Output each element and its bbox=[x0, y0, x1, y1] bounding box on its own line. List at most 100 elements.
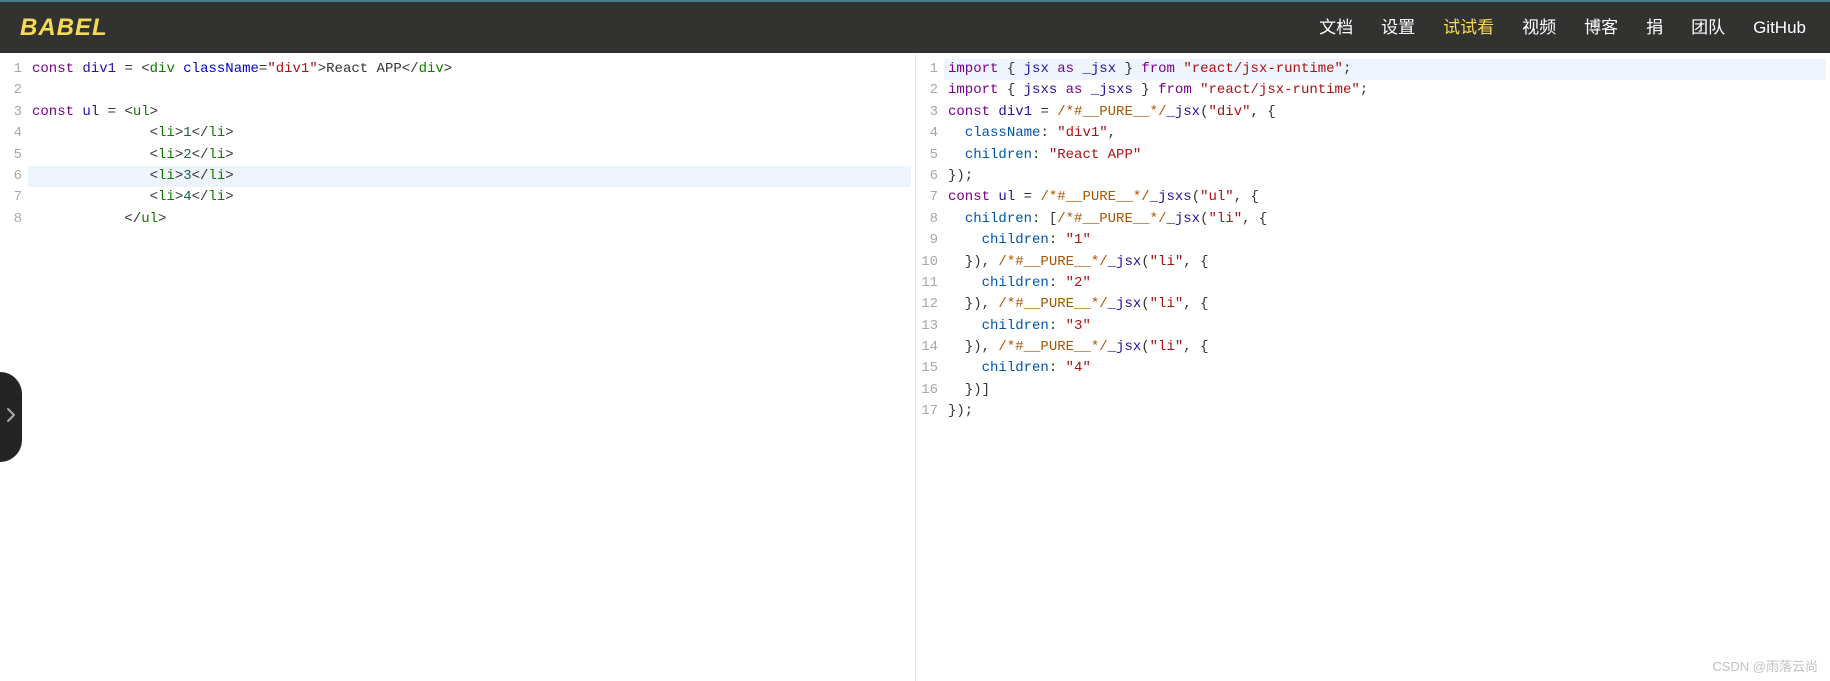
nav-link-7[interactable]: GitHub bbox=[1753, 19, 1806, 36]
code-token: ( bbox=[1141, 296, 1149, 312]
output-lineno: 1 bbox=[916, 59, 944, 80]
input-lineno: 5 bbox=[0, 145, 28, 166]
output-line[interactable]: className: "div1", bbox=[948, 123, 1826, 144]
output-line[interactable]: }); bbox=[948, 166, 1826, 187]
code-token: ul bbox=[141, 211, 158, 227]
code-token: < bbox=[150, 125, 158, 141]
code-token: React APP bbox=[326, 61, 402, 77]
input-line[interactable]: <li>2</li> bbox=[32, 145, 911, 166]
code-token: ul bbox=[133, 104, 150, 120]
code-token: = bbox=[108, 104, 116, 120]
output-line[interactable]: children: "React APP" bbox=[948, 145, 1826, 166]
code-token: , bbox=[1108, 125, 1116, 141]
output-line[interactable]: children: "1" bbox=[948, 230, 1826, 251]
input-lineno: 6 bbox=[0, 166, 28, 187]
code-token: li bbox=[158, 168, 175, 184]
output-line[interactable]: import { jsxs as _jsxs } from "react/jsx… bbox=[948, 80, 1826, 101]
output-editor[interactable]: 1234567891011121314151617 import { jsx a… bbox=[915, 53, 1830, 681]
output-line[interactable]: const ul = /*#__PURE__*/_jsxs("ul", { bbox=[948, 187, 1826, 208]
code-token: < bbox=[141, 61, 149, 77]
output-line[interactable]: }), /*#__PURE__*/_jsx("li", { bbox=[948, 294, 1826, 315]
code-token: ul bbox=[82, 104, 99, 120]
code-token: as bbox=[1066, 82, 1083, 98]
sidebar-toggle-handle[interactable] bbox=[0, 372, 22, 462]
output-lineno: 2 bbox=[916, 80, 944, 101]
code-token: as bbox=[1057, 61, 1074, 77]
output-line[interactable]: children: "2" bbox=[948, 273, 1826, 294]
code-token: > bbox=[175, 147, 183, 163]
code-token: "div1" bbox=[1057, 125, 1107, 141]
input-line[interactable]: const ul = <ul> bbox=[32, 102, 911, 123]
code-token: { bbox=[998, 61, 1023, 77]
nav-link-3[interactable]: 视频 bbox=[1522, 19, 1556, 36]
input-line[interactable]: <li>4</li> bbox=[32, 187, 911, 208]
code-token: _jsxs bbox=[1091, 82, 1133, 98]
nav-link-5[interactable]: 捐 bbox=[1646, 19, 1663, 36]
output-lineno: 12 bbox=[916, 294, 944, 315]
code-token: /*#__PURE__*/ bbox=[1057, 104, 1166, 120]
nav-link-0[interactable]: 文档 bbox=[1319, 19, 1353, 36]
code-token: li bbox=[158, 189, 175, 205]
input-lineno: 3 bbox=[0, 102, 28, 123]
nav-link-1[interactable]: 设置 bbox=[1381, 19, 1415, 36]
output-line[interactable]: }); bbox=[948, 401, 1826, 422]
code-token: _jsx bbox=[1082, 61, 1116, 77]
code-token: { bbox=[1192, 296, 1209, 312]
input-line[interactable]: <li>1</li> bbox=[32, 123, 911, 144]
code-token bbox=[32, 125, 150, 141]
input-lineno: 1 bbox=[0, 59, 28, 80]
code-token: </ bbox=[192, 168, 209, 184]
code-token bbox=[1082, 82, 1090, 98]
output-line[interactable]: children: [/*#__PURE__*/_jsx("li", { bbox=[948, 209, 1826, 230]
code-token bbox=[1057, 360, 1065, 376]
input-line[interactable]: const div1 = <div className="div1">React… bbox=[32, 59, 911, 80]
code-token: }); bbox=[948, 168, 973, 184]
input-code[interactable]: const div1 = <div className="div1">React… bbox=[28, 53, 915, 236]
input-line[interactable]: <li>3</li> bbox=[28, 166, 911, 187]
code-token bbox=[1040, 147, 1048, 163]
output-line[interactable]: children: "4" bbox=[948, 358, 1826, 379]
input-line[interactable]: </ul> bbox=[32, 209, 911, 230]
output-line[interactable]: children: "3" bbox=[948, 316, 1826, 337]
code-token: </ bbox=[192, 147, 209, 163]
code-token: import bbox=[948, 61, 998, 77]
code-token bbox=[32, 189, 150, 205]
input-line[interactable] bbox=[32, 80, 911, 101]
code-token: "1" bbox=[1066, 232, 1091, 248]
code-token: > bbox=[175, 168, 183, 184]
code-token: children bbox=[982, 275, 1049, 291]
input-gutter: 12345678 bbox=[0, 59, 28, 230]
nav-link-6[interactable]: 团队 bbox=[1691, 19, 1725, 36]
output-line[interactable]: const div1 = /*#__PURE__*/_jsx("div", { bbox=[948, 102, 1826, 123]
code-token: /*#__PURE__*/ bbox=[998, 339, 1107, 355]
code-token: < bbox=[124, 104, 132, 120]
code-token bbox=[948, 211, 965, 227]
nav-link-4[interactable]: 博客 bbox=[1584, 19, 1618, 36]
code-token: div1 bbox=[82, 61, 116, 77]
code-token: ; bbox=[1343, 61, 1351, 77]
output-line[interactable]: import { jsx as _jsx } from "react/jsx-r… bbox=[944, 59, 1826, 80]
babel-logo[interactable]: BABEL bbox=[20, 14, 108, 42]
code-token: })] bbox=[948, 382, 990, 398]
code-token: children bbox=[982, 318, 1049, 334]
output-lineno: 7 bbox=[916, 187, 944, 208]
code-token bbox=[948, 147, 965, 163]
code-token: /*#__PURE__*/ bbox=[1057, 211, 1166, 227]
code-token bbox=[1057, 318, 1065, 334]
code-token: ul bbox=[998, 189, 1015, 205]
code-token: li bbox=[158, 125, 175, 141]
input-editor[interactable]: 12345678 const div1 = <div className="di… bbox=[0, 53, 915, 681]
output-line[interactable]: }), /*#__PURE__*/_jsx("li", { bbox=[948, 252, 1826, 273]
chevron-right-icon bbox=[5, 406, 17, 429]
code-token: : bbox=[1049, 360, 1057, 376]
output-line[interactable]: }), /*#__PURE__*/_jsx("li", { bbox=[948, 337, 1826, 358]
code-token: _jsx bbox=[1108, 254, 1142, 270]
output-lineno: 4 bbox=[916, 123, 944, 144]
code-token: } bbox=[1133, 82, 1158, 98]
code-token: ( bbox=[1141, 254, 1149, 270]
input-lineno: 7 bbox=[0, 187, 28, 208]
output-line[interactable]: })] bbox=[948, 380, 1826, 401]
code-token: , bbox=[1183, 339, 1191, 355]
code-token: , bbox=[1183, 296, 1191, 312]
nav-link-2[interactable]: 试试看 bbox=[1443, 19, 1494, 36]
